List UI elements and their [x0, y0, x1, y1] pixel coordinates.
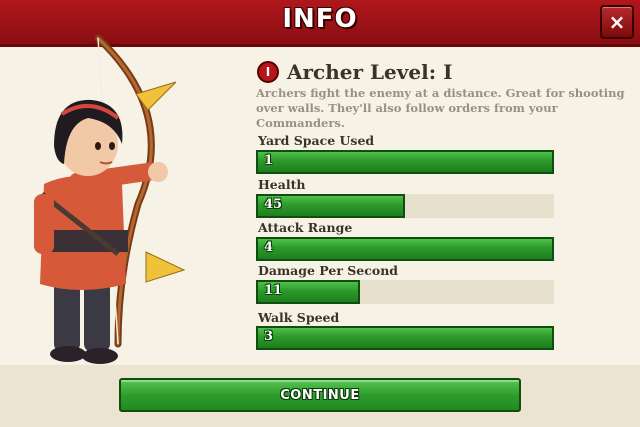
- stat-value-walk-speed: 3: [264, 329, 274, 344]
- stat-value-yard-space: 1: [264, 153, 274, 168]
- close-icon: ×: [608, 10, 626, 34]
- stat-value-health: 45: [264, 197, 283, 212]
- unit-description: Archers fight the enemy at a distance. G…: [256, 86, 625, 130]
- close-button[interactable]: ×: [600, 5, 634, 39]
- page-title: INFO: [282, 4, 358, 34]
- stat-label-damage: Damage Per Second: [258, 263, 399, 278]
- stat-fill-walk-speed: [256, 326, 554, 350]
- stat-value-damage: 11: [264, 283, 283, 298]
- stat-bar-attack-range: 4: [256, 237, 554, 261]
- stat-bar-health: 45: [256, 194, 554, 218]
- stat-fill-attack-range: [256, 237, 554, 261]
- stat-bar-yard-space: 1: [256, 150, 554, 174]
- stat-value-attack-range: 4: [264, 240, 274, 255]
- stat-label-attack-range: Attack Range: [258, 220, 353, 235]
- stat-label-health: Health: [258, 177, 306, 192]
- level-badge: I: [257, 61, 279, 83]
- stat-bar-damage: 11: [256, 280, 554, 304]
- stat-bar-walk-speed: 3: [256, 326, 554, 350]
- unit-name: Archer Level: I: [287, 60, 453, 84]
- stat-fill-yard-space: [256, 150, 554, 174]
- stat-label-yard-space: Yard Space Used: [258, 133, 375, 148]
- continue-button[interactable]: CONTINUE: [119, 378, 521, 412]
- stat-label-walk-speed: Walk Speed: [258, 310, 340, 325]
- continue-label: CONTINUE: [280, 387, 360, 403]
- archer-portrait: [34, 34, 186, 364]
